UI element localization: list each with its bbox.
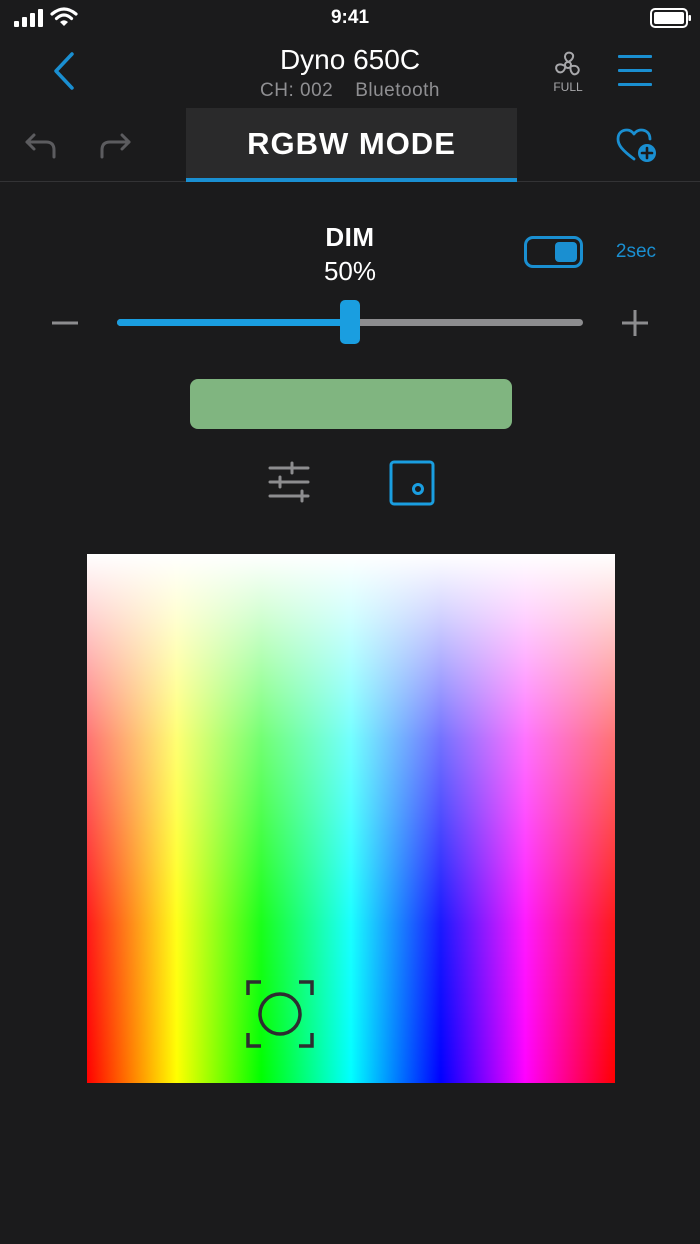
minus-icon (52, 321, 78, 325)
back-button[interactable] (44, 50, 84, 94)
fade-time-button[interactable]: 2sec (600, 241, 672, 263)
sliders-icon (268, 461, 310, 503)
status-time: 9:41 (330, 7, 370, 28)
undo-icon (25, 133, 56, 159)
device-title: Dyno 650C (279, 44, 421, 75)
dim-value: 50% (323, 256, 377, 286)
status-bar: 9:41 (0, 0, 700, 36)
dim-slider[interactable] (117, 300, 583, 344)
fade-toggle-knob (555, 242, 577, 262)
fade-toggle[interactable] (524, 236, 583, 268)
dim-increase-button[interactable] (620, 308, 650, 338)
add-favorite-button[interactable] (616, 128, 658, 164)
dim-label: DIM (325, 222, 375, 252)
mode-toolbar: RGBW MODE (0, 108, 700, 182)
color-swatch (190, 379, 512, 429)
color-picker-area[interactable] (87, 554, 615, 1083)
dim-slider-thumb[interactable] (340, 300, 360, 344)
favorite-add-icon (616, 128, 656, 162)
color-picker-cursor[interactable] (245, 979, 315, 1049)
menu-icon (618, 55, 652, 86)
fan-mode-label: FULL (553, 80, 583, 94)
redo-icon (100, 133, 131, 159)
sliders-view-button[interactable] (266, 460, 312, 506)
plus-icon (622, 310, 648, 336)
dim-slider-fill (117, 319, 350, 326)
redo-button[interactable] (98, 130, 132, 160)
device-subtitle: CH: 002 Bluetooth (150, 80, 550, 102)
channel-label: CH: 002 (260, 80, 334, 101)
nav-bar: Dyno 650C CH: 002 Bluetooth FULL (0, 36, 700, 108)
undo-button[interactable] (24, 130, 58, 160)
mode-title-tab[interactable]: RGBW MODE (186, 108, 517, 182)
back-icon (54, 52, 74, 90)
color-picker-saturation-gradient (87, 554, 615, 1083)
fan-button[interactable]: FULL (543, 50, 593, 96)
dim-decrease-button[interactable] (50, 308, 80, 338)
color-picker-view-button[interactable] (389, 460, 435, 506)
color-picker-icon (389, 460, 435, 506)
menu-button[interactable] (616, 52, 654, 90)
fan-icon (555, 51, 580, 76)
battery-icon (650, 8, 691, 28)
connection-label: Bluetooth (355, 80, 440, 101)
